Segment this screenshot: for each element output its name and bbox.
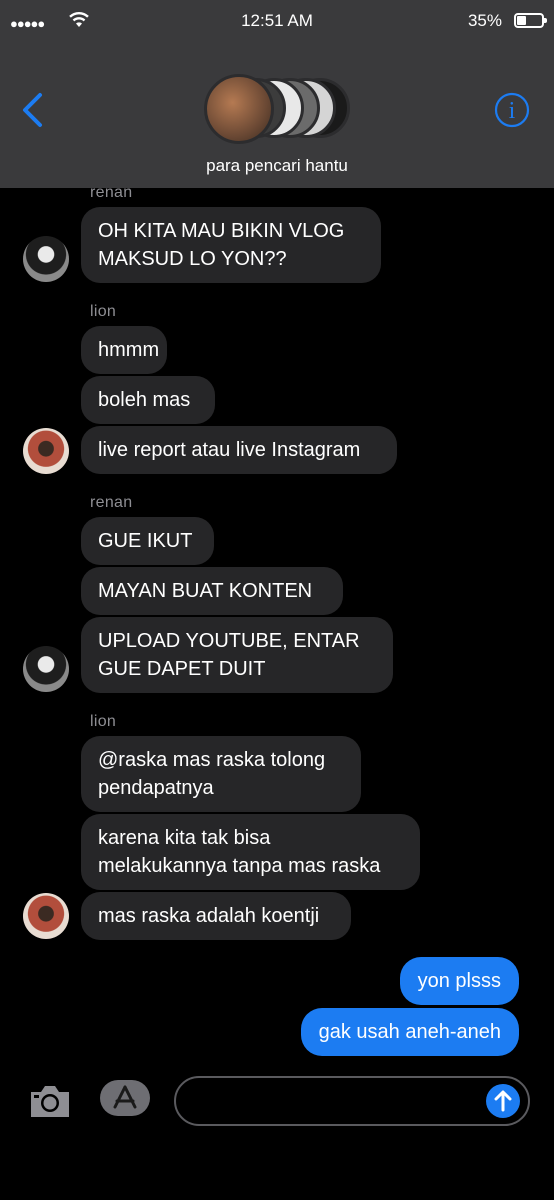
- status-bar: ●●●●● 12:51 AM 35%: [0, 0, 554, 44]
- app-store-icon[interactable]: [100, 1080, 150, 1116]
- info-icon[interactable]: i: [494, 92, 530, 133]
- message-bubble[interactable]: karena kita tak bisa melakukannya tanpa …: [81, 814, 420, 890]
- back-chevron-icon[interactable]: [20, 92, 44, 133]
- avatar-renan[interactable]: [23, 236, 69, 282]
- group-name[interactable]: para pencari hantu: [0, 156, 554, 176]
- avatar-lion[interactable]: [23, 893, 69, 939]
- sender-name: lion: [90, 303, 117, 320]
- sender-name: renan: [90, 184, 133, 201]
- avatar-renan[interactable]: [23, 646, 69, 692]
- sender-name: renan: [90, 494, 133, 511]
- camera-icon[interactable]: [28, 1082, 72, 1125]
- avatar-lion[interactable]: [23, 428, 69, 474]
- message-input[interactable]: [174, 1076, 530, 1126]
- send-button[interactable]: [486, 1084, 520, 1118]
- sender-name: lion: [90, 713, 117, 730]
- svg-text:i: i: [509, 98, 516, 124]
- message-bubble[interactable]: GUE IKUT: [81, 517, 214, 565]
- conversation-header: para pencari hantu i: [0, 44, 554, 188]
- message-composer: [0, 1064, 554, 1144]
- sent-message-bubble[interactable]: yon plsss: [399, 957, 519, 1005]
- message-bubble[interactable]: boleh mas: [81, 376, 215, 424]
- message-bubble[interactable]: OH KITA MAU BIKIN VLOG MAKSUD LO YON??: [81, 207, 381, 283]
- battery-percent: 35%: [467, 11, 502, 30]
- sent-message-bubble[interactable]: gak usah aneh-aneh: [300, 1008, 519, 1056]
- message-bubble[interactable]: hmmm: [81, 326, 167, 374]
- message-bubble[interactable]: mas raska adalah koentji: [81, 892, 351, 940]
- avatar: [204, 74, 274, 144]
- arrow-up-icon: [494, 1090, 512, 1112]
- message-bubble[interactable]: MAYAN BUAT KONTEN: [81, 567, 343, 615]
- group-avatars[interactable]: [204, 74, 350, 146]
- message-bubble[interactable]: live report atau live Instagram: [81, 426, 397, 474]
- battery-icon: [514, 13, 547, 28]
- message-bubble[interactable]: @raska mas raska tolong pendapatnya: [81, 736, 361, 812]
- message-bubble[interactable]: UPLOAD YOUTUBE, ENTAR GUE DAPET DUIT: [81, 617, 393, 693]
